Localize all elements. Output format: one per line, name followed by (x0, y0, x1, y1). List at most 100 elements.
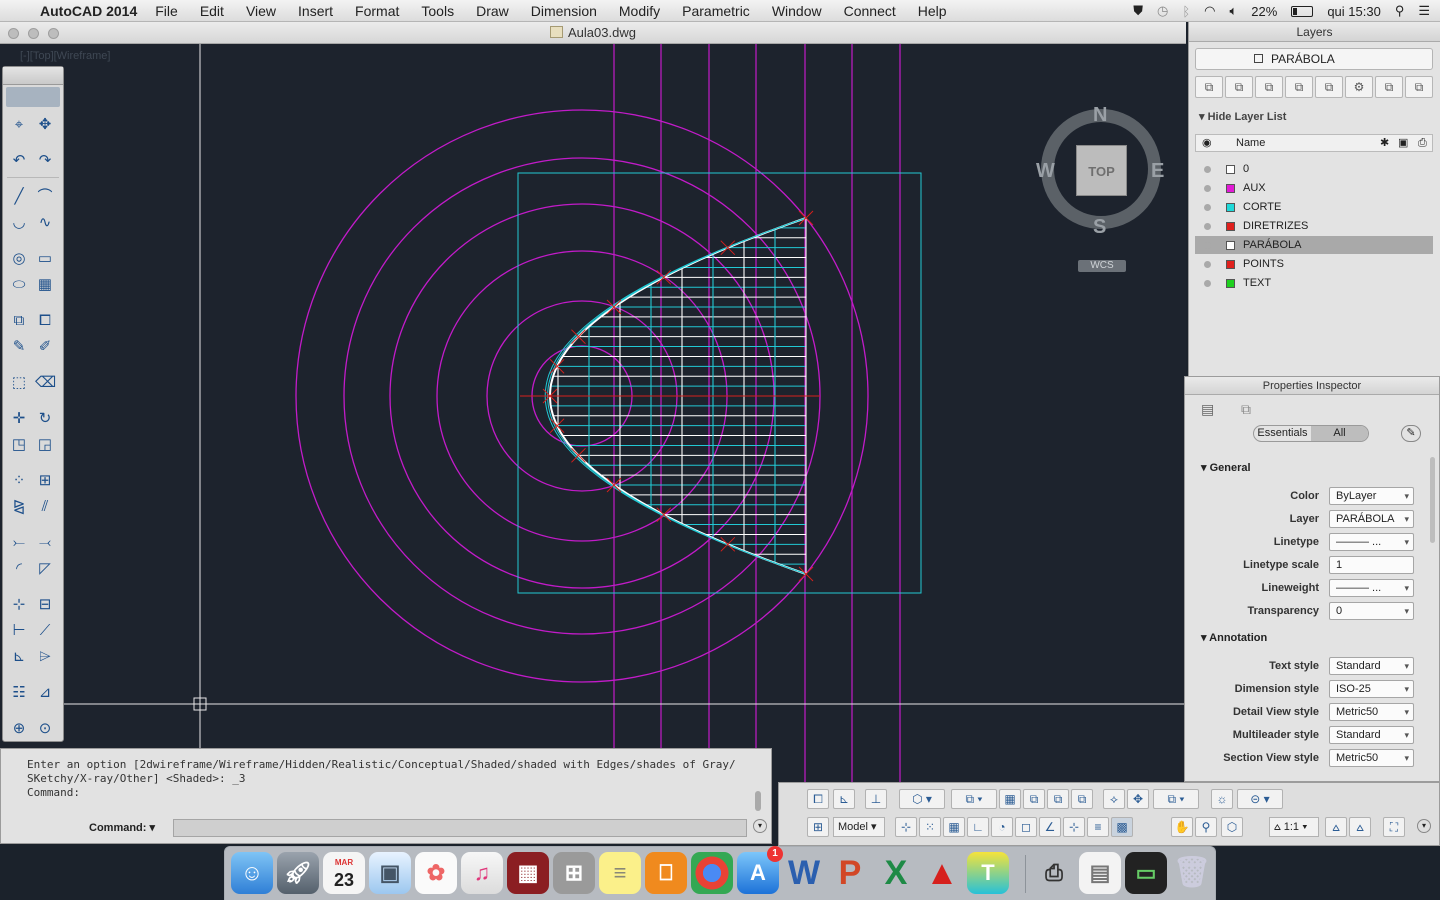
zoom-tool-icon[interactable]: ⊕ (9, 719, 29, 739)
layer-visibility-dot[interactable] (1204, 204, 1211, 211)
chamfer-tool-icon[interactable]: ◸ (35, 559, 55, 579)
layer-color-swatch[interactable] (1226, 184, 1235, 193)
zoom-window-button[interactable] (48, 28, 59, 39)
drawing-canvas[interactable]: [-][Top][Wireframe] TOP N S E W WCS (0, 44, 1186, 790)
annotation-scale-menu[interactable]: ⩟ 1:1 ▾ (1269, 817, 1319, 837)
layer-visibility-dot[interactable] (1204, 185, 1211, 192)
menu-edit[interactable]: Edit (200, 3, 224, 19)
general-section-header[interactable]: ▾ General (1201, 461, 1251, 474)
object-properties-tab-icon[interactable]: ▤ (1201, 401, 1214, 418)
layout-switch-icon[interactable]: ⊞ (807, 817, 829, 837)
array-tool-icon[interactable]: ⊞ (35, 471, 55, 491)
dynamic-ucs-icon[interactable]: ⊥ (865, 789, 887, 809)
menu-format[interactable]: Format (355, 3, 399, 19)
circle-tool-icon[interactable]: ◎ (9, 249, 29, 269)
filter-icon[interactable]: ⧉ ▾ (1153, 789, 1199, 809)
photos-icon[interactable]: ✿ (415, 852, 457, 894)
pan-tool-icon[interactable]: ✥ (35, 115, 55, 135)
layer-visibility-dot[interactable] (1204, 242, 1211, 249)
freeze-layer-icon[interactable]: ⧉ (1315, 76, 1343, 98)
menu-modify[interactable]: Modify (619, 3, 660, 19)
wcs-toggle-icon[interactable]: ⧠ (807, 789, 829, 809)
spline-tool-icon[interactable]: ∿ (35, 213, 55, 233)
property-value[interactable]: Metric50 (1329, 703, 1414, 721)
zoom-icon[interactable]: ⚲ (1195, 817, 1217, 837)
document-stack-icon[interactable]: ▤ (1079, 852, 1121, 894)
model-tab[interactable]: Model ▾ (833, 817, 885, 837)
compass-east[interactable]: E (1151, 160, 1164, 183)
edit-tool-icon[interactable]: ✐ (35, 337, 55, 357)
launchpad-icon[interactable]: 🚀︎ (277, 852, 319, 894)
calendar-icon[interactable]: MAR 23 (323, 852, 365, 894)
itunes-icon[interactable]: ♫ (461, 852, 503, 894)
extend-tool-icon[interactable]: ⤙ (35, 533, 55, 553)
layer-visibility-dot[interactable] (1204, 280, 1211, 287)
layer-color-swatch[interactable] (1226, 203, 1235, 212)
property-value[interactable]: ByLayer (1329, 487, 1414, 505)
ucs-icon[interactable]: ⊾ (833, 789, 855, 809)
join-tool-icon[interactable]: ⊟ (35, 595, 55, 615)
offset-tool-icon[interactable]: ⫽ (35, 497, 55, 517)
isolate-icon[interactable]: ⧉ (1047, 789, 1069, 809)
clean-screen-icon[interactable]: ⊝ ▾ (1237, 789, 1283, 809)
layer-color-swatch[interactable] (1226, 260, 1235, 269)
ibooks-icon[interactable]: ⎕ (645, 852, 687, 894)
infer-constraints-icon[interactable]: ⊹ (895, 817, 917, 837)
word-icon[interactable]: W (783, 852, 825, 894)
layer-color-swatch[interactable] (1226, 165, 1235, 174)
layer-color-swatch[interactable] (1226, 241, 1235, 250)
close-window-button[interactable] (8, 28, 19, 39)
viewcube-top-face[interactable]: TOP (1076, 145, 1127, 196)
isolate-layer-icon[interactable]: ⧉ (1255, 76, 1283, 98)
compass-west[interactable]: W (1036, 160, 1055, 183)
volume-icon[interactable]: 🔈︎ (1229, 3, 1237, 19)
layer-row[interactable]: TEXT (1195, 274, 1433, 292)
trash-icon[interactable]: 🗑︎ (1171, 852, 1213, 894)
hide-layer-list-toggle[interactable]: ▾ Hide Layer List (1199, 110, 1286, 123)
redo-icon[interactable]: ↷ (35, 151, 55, 171)
battery-icon[interactable] (1291, 5, 1314, 17)
time-machine-icon[interactable]: ◷ (1157, 3, 1168, 19)
copy-tool-icon[interactable]: ⧉ (9, 311, 29, 331)
polar-tracking-icon[interactable]: ◔ (991, 817, 1013, 837)
rectangle-tool-icon[interactable]: ▭ (35, 249, 55, 269)
steering-wheel-icon[interactable]: ⬡ (1221, 817, 1243, 837)
array-path-tool-icon[interactable]: ⁘ (9, 471, 29, 491)
calculator-icon[interactable]: ⊞ (553, 852, 595, 894)
layer-row[interactable]: CORTE (1195, 198, 1433, 216)
hardware-accel-icon[interactable]: ⧉ (1071, 789, 1093, 809)
mirror-tool-icon[interactable]: ⧎ (9, 497, 29, 517)
autocad-360-icon[interactable]: T (967, 852, 1009, 894)
layer-color-swatch[interactable] (1226, 222, 1235, 231)
layer-color-swatch[interactable] (1226, 279, 1235, 288)
compass-south[interactable]: S (1093, 216, 1106, 239)
app-store-icon[interactable]: A1 (737, 846, 783, 894)
move-tool-icon[interactable]: ✛ (9, 409, 29, 429)
menu-connect[interactable]: Connect (844, 3, 896, 19)
ellipse-tool-icon[interactable]: ⬭ (9, 275, 29, 295)
osnap-3d-icon[interactable]: ∠ (1039, 817, 1061, 837)
view-style-icon[interactable]: ⧉ ▾ (951, 789, 997, 809)
menu-view[interactable]: View (246, 3, 276, 19)
point-tool-icon[interactable]: ⌖ (9, 115, 29, 135)
minimize-window-button[interactable] (28, 28, 39, 39)
status-bar-menu-icon[interactable]: ▾ (1417, 819, 1431, 833)
selection-tool[interactable] (6, 87, 60, 107)
layer-row[interactable]: DIRETRIZES (1195, 217, 1433, 235)
layer-visibility-dot[interactable] (1204, 261, 1211, 268)
properties-scrollbar[interactable] (1430, 457, 1435, 543)
hatch-tool-icon[interactable]: ▦ (35, 275, 55, 295)
polyline-tool-icon[interactable]: ⌒ (35, 187, 55, 207)
freeze-column-icon[interactable]: ✱ (1380, 135, 1389, 151)
name-column-header[interactable]: Name (1236, 135, 1265, 151)
compass-north[interactable]: N (1093, 104, 1107, 127)
grid-display-icon[interactable]: ▦ (943, 817, 965, 837)
text-style-tool-icon[interactable]: ⊿ (35, 683, 55, 703)
layer-walk-icon[interactable]: ⧉ (1405, 76, 1433, 98)
auto-scale-icon[interactable]: ⩟ (1349, 817, 1371, 837)
pan-icon[interactable]: ✋ (1171, 817, 1193, 837)
all-tab[interactable]: All (1311, 426, 1368, 441)
viewcube[interactable]: TOP N S E W WCS (1036, 102, 1166, 282)
palette-header[interactable] (3, 67, 63, 85)
wifi-icon[interactable]: ◠ (1204, 3, 1215, 19)
